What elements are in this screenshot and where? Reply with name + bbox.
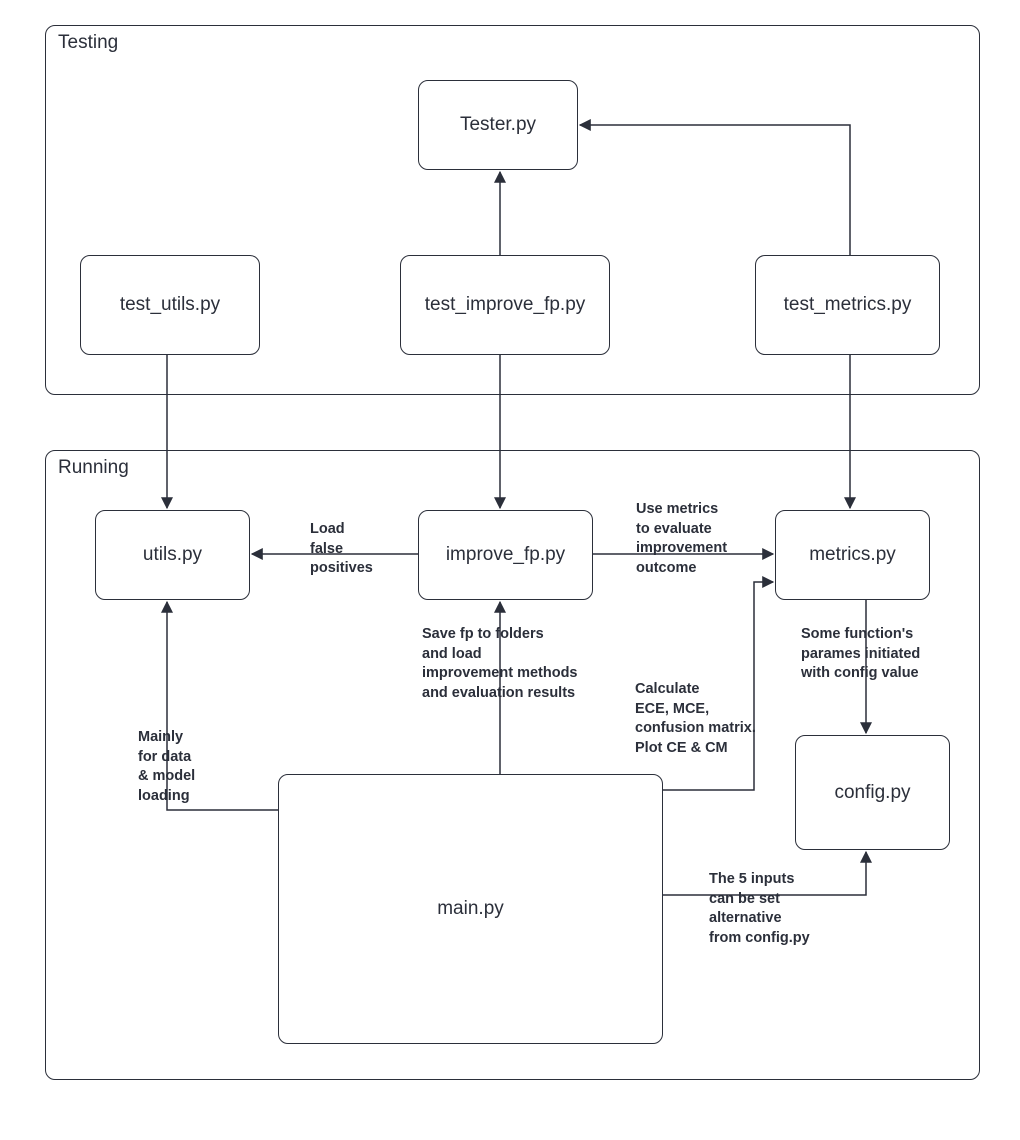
- edge-label-some-func: Some function's parames initiated with c…: [801, 625, 920, 684]
- edge-label-five-inputs: The 5 inputs can be set alternative from…: [709, 870, 810, 948]
- node-improve-fp-label: improve_fp.py: [446, 544, 565, 566]
- node-config: config.py: [795, 735, 950, 850]
- node-main: main.py: [278, 774, 663, 1044]
- node-utils-label: utils.py: [143, 544, 202, 566]
- node-utils: utils.py: [95, 510, 250, 600]
- node-test-improve-fp: test_improve_fp.py: [400, 255, 610, 355]
- edge-label-use-metrics: Use metrics to evaluate improvement outc…: [636, 500, 727, 578]
- edge-label-save-fp: Save fp to folders and load improvement …: [422, 625, 578, 703]
- edge-label-mainly: Mainly for data & model loading: [138, 728, 195, 806]
- node-metrics-label: metrics.py: [809, 544, 896, 566]
- edge-label-calc: Calculate ECE, MCE, confusion matrix. Pl…: [635, 680, 756, 758]
- group-running-label: Running: [58, 457, 129, 479]
- node-metrics: metrics.py: [775, 510, 930, 600]
- node-config-label: config.py: [834, 782, 910, 804]
- edge-label-load-fp: Load false positives: [310, 520, 373, 579]
- node-test-improve-fp-label: test_improve_fp.py: [425, 294, 586, 316]
- node-test-metrics-label: test_metrics.py: [784, 294, 912, 316]
- node-test-utils-label: test_utils.py: [120, 294, 220, 316]
- node-test-utils: test_utils.py: [80, 255, 260, 355]
- diagram-canvas: Testing Running Tester.py test_utils.py …: [0, 0, 1020, 1140]
- node-tester-label: Tester.py: [460, 114, 536, 136]
- node-tester: Tester.py: [418, 80, 578, 170]
- node-test-metrics: test_metrics.py: [755, 255, 940, 355]
- group-testing-label: Testing: [58, 32, 118, 54]
- node-main-label: main.py: [437, 898, 504, 920]
- node-improve-fp: improve_fp.py: [418, 510, 593, 600]
